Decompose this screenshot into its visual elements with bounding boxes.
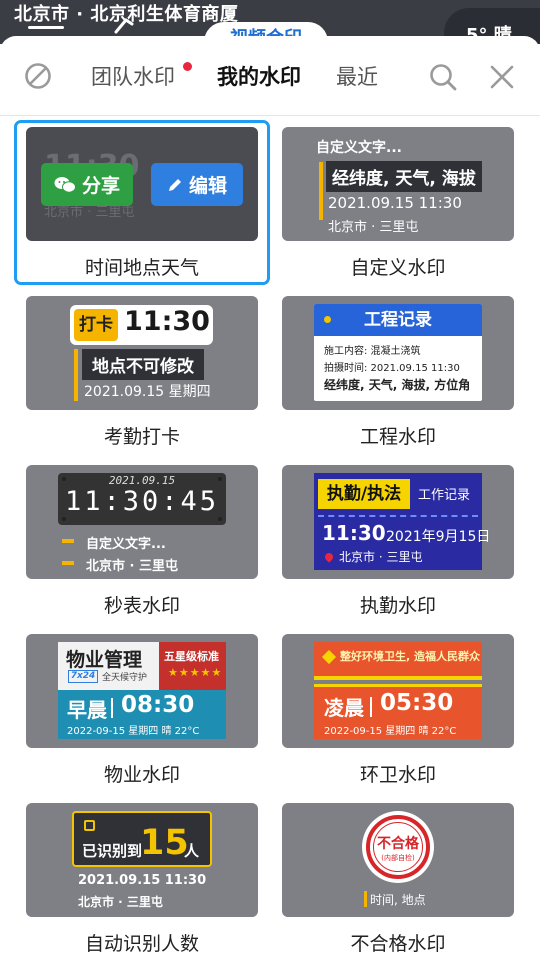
edit-label: 编辑 [188,175,227,197]
property-badge: 7x24 [68,670,98,683]
notification-dot [183,62,192,71]
card-label: 时间地点天气 [84,257,199,279]
preview-sub: 2022-09-15 星期四 晴 22°C [67,726,200,737]
record-panel: 工程记录 施工内容: 混凝土浇筑 拍摄时间: 2021.09.15 11:30 … [314,304,482,401]
clock-time: 11:30:45 [64,486,220,517]
property-badge-text: 全天候守护 [102,673,148,683]
preview-location: 北京市 · 三里屯 [339,550,423,564]
preview-location: 时间, 地点 [370,893,426,907]
period-text: 早晨 [67,698,107,722]
stripe [314,684,482,687]
property-title: 物业管理 [66,649,143,671]
preview-date: 2021.09.15 星期四 [84,384,211,400]
seal-subtext: (内部自检) [381,854,415,862]
accent-bar [319,162,323,220]
watermark-preview: 执勤/执法 工作记录 11:30 2021年9月15日 北京市 · 三里屯 [282,465,514,579]
card-label: 执勤水印 [359,595,436,617]
preview-location: 北京市 · 三里屯 [78,895,163,909]
edit-button[interactable]: 编辑 [151,163,243,206]
close-icon[interactable] [489,64,515,90]
preview-box: 经纬度, 天气, 海拔 [326,161,482,192]
tab-recent[interactable]: 最近 [336,61,378,91]
tab-team[interactable]: 团队水印 [91,61,175,91]
pencil-icon [168,178,181,191]
preview-sub: 2022-09-15 星期四 晴 22°C [324,726,457,737]
count-unit: 人 [184,842,200,860]
preview-box: 地点不可修改 [82,349,204,380]
preview-time: 05:30 [380,690,454,716]
header-dot [324,316,331,323]
panel-line: 经纬度, 天气, 海拔, 方位角 [324,378,471,392]
dashed-divider [318,515,478,517]
card-label: 秒表水印 [103,595,180,617]
scan-icon [84,820,95,831]
accent-bar [74,349,78,401]
card-label: 工程水印 [359,426,436,448]
watermark-preview: 11:30 北京市 · 三里屯 分享 编辑 [26,127,258,241]
accent-bar [364,891,367,907]
duty-right: 工作记录 [418,488,471,503]
preview-time: 08:30 [121,692,195,718]
watermark-preview: 整好环境卫生, 造福人民群众 凌晨 05:30 2022-09-15 星期四 晴… [282,634,514,748]
watermark-preview: 工程记录 施工内容: 混凝土浇筑 拍摄时间: 2021.09.15 11:30 … [282,296,514,410]
preview-time: 11:30 [322,521,386,545]
panel-line: 拍摄时间: 2021.09.15 11:30 [324,363,460,374]
stripe [314,676,482,680]
card-label: 自定义水印 [350,257,446,279]
wechat-icon [54,176,76,193]
share-button[interactable]: 分享 [41,163,133,206]
tab-mine[interactable]: 我的水印 [217,61,301,91]
panel-line: 施工内容: 混凝土浇筑 [324,346,421,357]
accent-bar [62,539,74,543]
preview-line: 自定义文字... [86,537,166,552]
preview-line: 北京市 · 三里屯 [86,559,178,574]
separator [370,697,372,717]
period-text: 凌晨 [324,696,364,720]
count-number: 15 [140,823,189,863]
punch-tag: 打卡 [74,309,118,341]
bolt [62,517,66,521]
watermark-preview: 自定义文字... 经纬度, 天气, 海拔 2021.09.15 11:30 北京… [282,127,514,241]
preview-title: 自定义文字... [316,140,402,156]
watermark-preview: 打卡 11:30 地点不可修改 2021.09.15 星期四 [26,296,258,410]
search-icon[interactable] [428,62,458,92]
watermark-preview: 物业管理 7x24 全天候守护 五星级标准 ★★★★★ 早晨 08:30 202… [26,634,258,748]
menu-icon[interactable] [28,26,64,29]
property-red-text: 五星级标准 [164,650,219,663]
bolt [218,517,222,521]
share-label: 分享 [81,175,120,197]
sanitation-header: 整好环境卫生, 造福人民群众 [340,650,481,663]
star-rating: ★★★★★ [168,666,223,679]
preview-location: 北京市 · 三里屯 [328,220,419,235]
preview-time: 11:30 [124,306,210,337]
preview-datetime: 2021.09.15 11:30 [328,194,462,212]
count-text: 已识别到 [82,842,143,860]
card-label: 物业水印 [103,764,180,786]
card-label: 不合格水印 [350,933,446,955]
preview-datetime: 2021.09.15 11:30 [78,873,207,888]
preview-date: 2021年9月15日 [386,529,491,545]
watermark-preview: 不合格 (内部自检) 时间, 地点 [282,803,514,917]
watermark-preview: 已识别到 15 人 2021.09.15 11:30 北京市 · 三里屯 [26,803,258,917]
card-label: 环卫水印 [359,764,436,786]
accent-bar [62,561,74,565]
card-label: 自动识别人数 [84,933,199,955]
watermark-preview: 2021.09.15 11:30:45 自定义文字... 北京市 · 三里屯 [26,465,258,579]
panel-header: 工程记录 [314,304,482,336]
card-label: 考勤打卡 [103,426,180,448]
separator [111,698,113,718]
no-watermark-icon[interactable] [24,62,52,90]
tab-bar: 团队水印 我的水印 最近 [0,36,540,116]
seal-text: 不合格 [377,836,419,852]
duty-tag: 执勤/执法 [318,479,410,509]
